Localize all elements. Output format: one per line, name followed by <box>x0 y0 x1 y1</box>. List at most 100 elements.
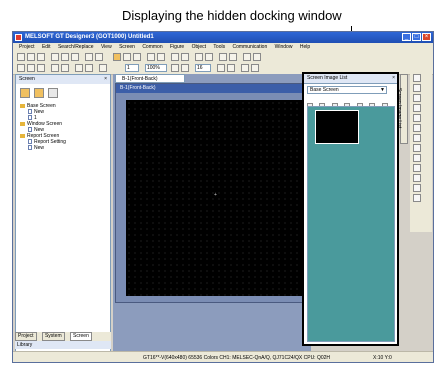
menu-screen[interactable]: Screen <box>119 43 135 52</box>
menu-view[interactable]: View <box>101 43 112 52</box>
undo-icon[interactable] <box>85 53 93 61</box>
screen-editor: B-1(Front-Back) + <box>115 83 312 303</box>
pie-icon[interactable] <box>413 134 421 142</box>
copy-icon[interactable] <box>61 53 69 61</box>
window-title: MELSOFT GT Designer3 (GOT1000) Untitled1 <box>25 34 154 40</box>
grid-icon[interactable] <box>51 64 59 72</box>
menu-help[interactable]: Help <box>300 43 310 52</box>
select-icon[interactable] <box>413 74 421 82</box>
editor-title-bar: B-1(Front-Back) <box>116 84 311 93</box>
gt-designer-window: MELSOFT GT Designer3 (GOT1000) Untitled1… <box>12 31 434 363</box>
open-icon[interactable] <box>27 53 35 61</box>
document-icon <box>28 127 32 133</box>
alarm-icon[interactable] <box>229 53 237 61</box>
switch-icon[interactable] <box>171 53 179 61</box>
menu-window[interactable]: Window <box>275 43 293 52</box>
scale-field[interactable]: 16 <box>195 64 211 72</box>
polygon-icon[interactable] <box>413 104 421 112</box>
tab-system[interactable]: System <box>41 332 65 341</box>
line-icon[interactable] <box>413 84 421 92</box>
text-icon[interactable] <box>413 144 421 152</box>
menu-edit[interactable]: Edit <box>42 43 51 52</box>
crosshair-icon: + <box>214 192 217 198</box>
screen-type-value: Base Screen <box>310 87 339 93</box>
new-screen-icon[interactable] <box>20 88 30 98</box>
screen-image-list-toolbar <box>307 96 397 127</box>
rectangle-icon[interactable] <box>133 53 141 61</box>
select-icon[interactable] <box>113 53 121 61</box>
paint-icon[interactable] <box>413 154 421 162</box>
menu-project[interactable]: Project <box>19 43 35 52</box>
numeric-icon[interactable] <box>413 194 421 202</box>
callout-caption: Displaying the hidden docking window <box>122 8 342 23</box>
data-list-icon[interactable] <box>251 64 259 72</box>
layer-icon[interactable] <box>85 64 93 72</box>
editor-tab[interactable]: B-1(Front-Back) <box>115 74 185 83</box>
screen-open-icon[interactable] <box>27 64 35 72</box>
open-screen-icon[interactable] <box>34 88 44 98</box>
maximize-button[interactable]: □ <box>412 33 421 41</box>
document-icon <box>28 139 32 145</box>
menu-tools[interactable]: Tools <box>213 43 225 52</box>
parts-icon[interactable] <box>243 53 251 61</box>
menu-bar: Project Edit Search/Replace View Screen … <box>13 43 433 52</box>
preview-icon[interactable] <box>99 64 107 72</box>
tab-project[interactable]: Project <box>15 332 37 341</box>
tab-screen[interactable]: Screen <box>70 332 92 341</box>
editor-title: B-1(Front-Back) <box>120 85 156 91</box>
library-tab[interactable]: Library <box>15 341 111 349</box>
screen-panel-close-button[interactable]: × <box>104 75 107 84</box>
line-icon[interactable] <box>123 53 131 61</box>
numerical-input-icon[interactable] <box>205 53 213 61</box>
redo-icon[interactable] <box>95 53 103 61</box>
new-icon[interactable] <box>17 53 25 61</box>
front-icon[interactable] <box>217 64 225 72</box>
cut-icon[interactable] <box>51 53 59 61</box>
save-icon[interactable] <box>37 53 45 61</box>
line-width-field[interactable]: 1 <box>125 64 139 72</box>
align-icon[interactable] <box>61 64 69 72</box>
chevron-down-icon: ▼ <box>380 87 385 93</box>
close-button[interactable]: × <box>422 33 431 41</box>
zoom-out-icon[interactable] <box>181 64 189 72</box>
property-icon[interactable] <box>241 64 249 72</box>
graph-icon[interactable] <box>219 53 227 61</box>
tree-item-report-new[interactable]: New <box>20 145 66 151</box>
title-bar: MELSOFT GT Designer3 (GOT1000) Untitled1… <box>13 32 433 43</box>
screen-panel-header: Screen × <box>16 75 110 84</box>
menu-figure[interactable]: Figure <box>170 43 184 52</box>
screen-type-select[interactable]: Base Screen ▼ <box>307 86 387 94</box>
screen-thumbnail[interactable] <box>315 110 359 144</box>
menu-common[interactable]: Common <box>142 43 162 52</box>
screen-image-list-close-button[interactable]: × <box>392 74 395 83</box>
arc-icon[interactable] <box>413 124 421 132</box>
screen-close-icon[interactable] <box>37 64 45 72</box>
screen-image-list-side-tab[interactable]: Screen Image List <box>396 74 408 144</box>
zoom-in-icon[interactable] <box>171 64 179 72</box>
minimize-button[interactable]: _ <box>402 33 411 41</box>
group-icon[interactable] <box>75 64 83 72</box>
lamp-icon[interactable] <box>413 184 421 192</box>
paste-icon[interactable] <box>71 53 79 61</box>
screen-new-icon[interactable] <box>17 64 25 72</box>
menu-communication[interactable]: Communication <box>233 43 268 52</box>
circle-icon[interactable] <box>413 114 421 122</box>
status-bar: GT16**-V(640x480) 65536 Colors CH1: MELS… <box>13 351 433 362</box>
numerical-display-icon[interactable] <box>195 53 203 61</box>
image-icon[interactable] <box>413 164 421 172</box>
script-icon[interactable] <box>253 53 261 61</box>
cursor-coordinates: X:10 Y:0 <box>373 355 392 361</box>
menu-search-replace[interactable]: Search/Replace <box>58 43 94 52</box>
rectangle-icon[interactable] <box>413 94 421 102</box>
lamp-icon[interactable] <box>181 53 189 61</box>
callout: Displaying the hidden docking window <box>0 0 438 70</box>
menu-object[interactable]: Object <box>192 43 206 52</box>
zoom-select[interactable]: 100% <box>145 64 167 72</box>
back-icon[interactable] <box>227 64 235 72</box>
circle-icon[interactable] <box>147 53 155 61</box>
panel-tabs: Project System Screen <box>15 332 111 341</box>
switch-icon[interactable] <box>413 174 421 182</box>
drawing-canvas[interactable]: + <box>126 100 306 296</box>
text-icon[interactable] <box>157 53 165 61</box>
screen-property-icon[interactable] <box>48 88 58 98</box>
